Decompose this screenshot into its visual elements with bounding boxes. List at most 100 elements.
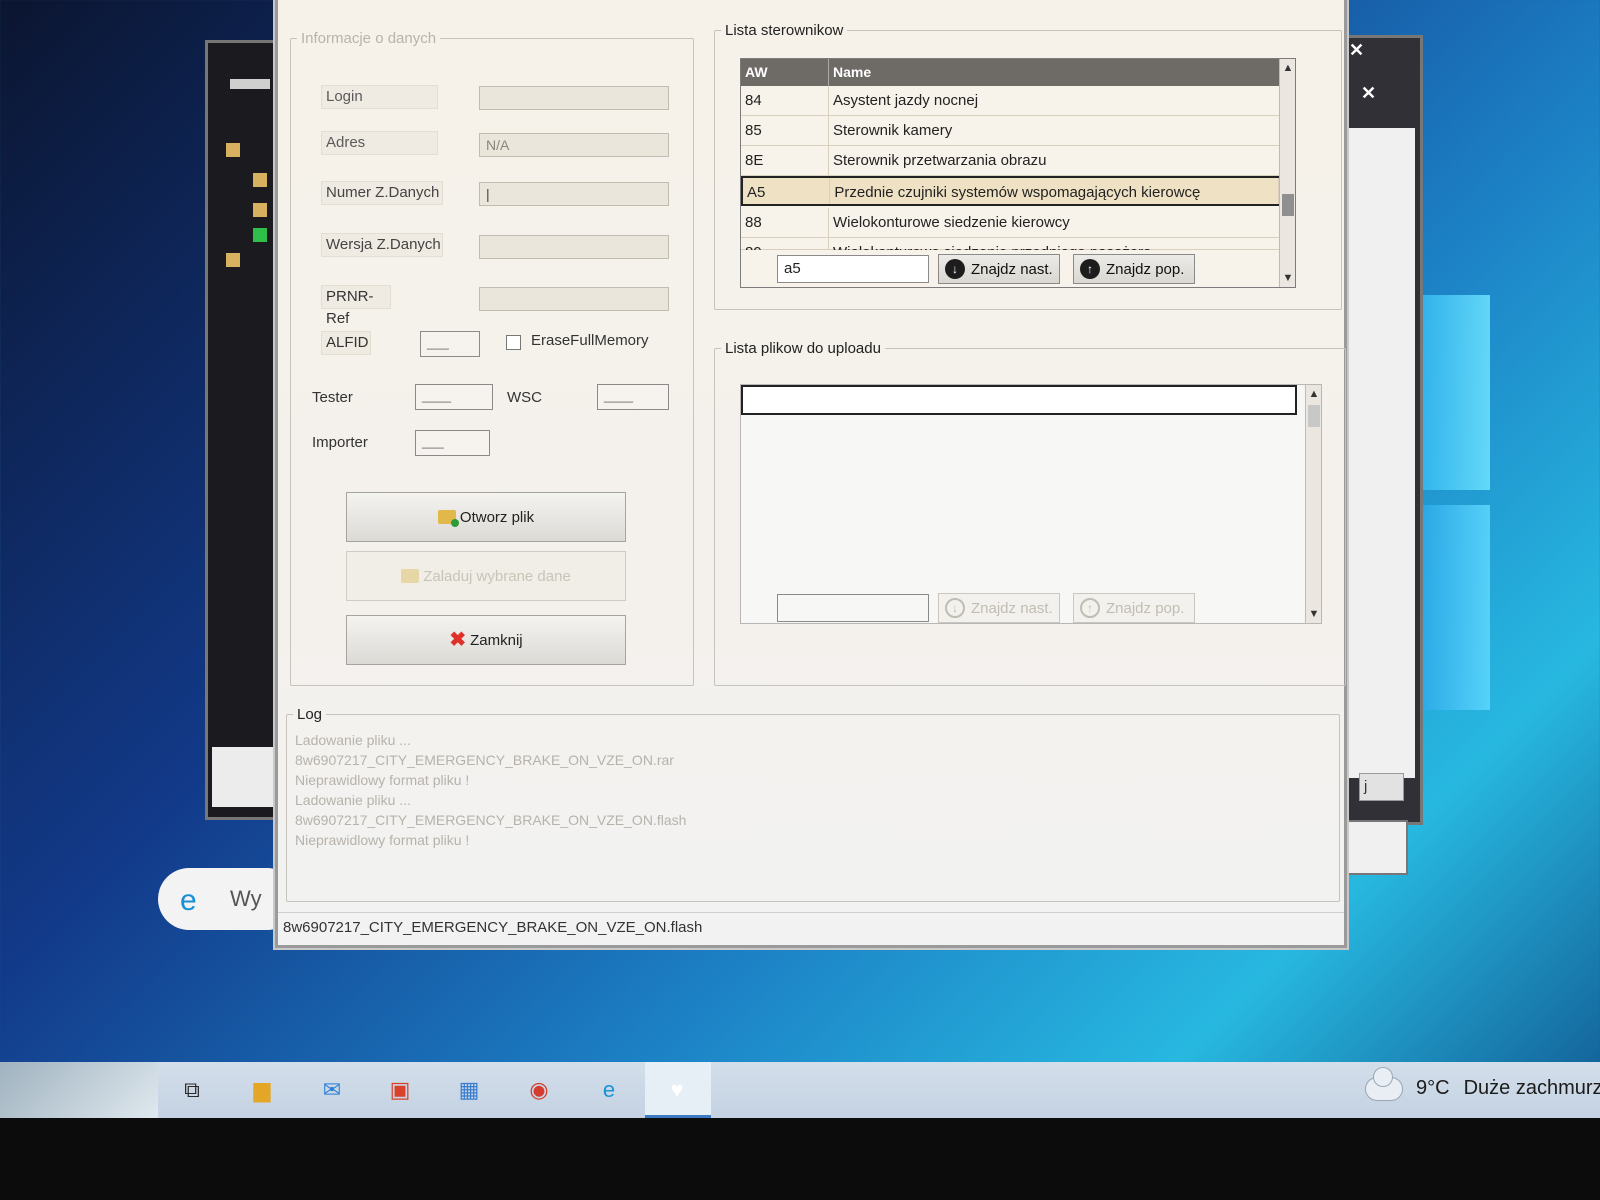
task-view-icon[interactable]: ⧉ [175, 1074, 209, 1106]
office-icon[interactable]: ▣ [383, 1074, 417, 1106]
app-icon[interactable]: ♥ [660, 1074, 694, 1106]
tile-icon [253, 173, 267, 187]
controllers-scrollbar[interactable]: ▲ ▼ [1279, 59, 1295, 287]
close-label: Zamknij [470, 631, 523, 649]
weather-desc: Duże zachmurze [1463, 1077, 1600, 1099]
mail-icon[interactable]: ✉ [315, 1074, 349, 1106]
table-row[interactable]: 88 Wielokonturowe siedzenie kierowcy [741, 208, 1281, 238]
importer-label: Importer [312, 434, 368, 451]
table-header: AW Name [741, 59, 1281, 86]
find-prev-button[interactable]: ↑ Znajdz pop. [1073, 254, 1195, 284]
login-field[interactable] [479, 86, 669, 110]
upload-find-prev-label: Znajdz pop. [1106, 599, 1185, 617]
data-number-label: Numer Z.Danych [321, 181, 443, 205]
data-version-label: Wersja Z.Danych [321, 233, 443, 257]
taskbar: ⧉ ▆ ✉ ▣ ▦ ◉ e ♥ 9°C Duże zachmurze [0, 1062, 1600, 1118]
find-next-label: Znajdz nast. [971, 260, 1053, 278]
taskbar-thumbnail[interactable] [0, 1062, 158, 1118]
background-window-right[interactable]: ✕ ✕ j [1338, 35, 1423, 825]
edge-icon: e [180, 884, 197, 917]
address-label: Adres [321, 131, 438, 155]
controller-search-input[interactable]: a5 [777, 255, 929, 283]
alfid-label: ALFID [321, 331, 371, 355]
log-line: Ladowanie pliku ... [295, 792, 411, 808]
upload-find-prev-button[interactable]: ↑ Znajdz pop. [1073, 593, 1195, 623]
background-window-button[interactable]: j [1359, 773, 1404, 801]
find-next-button[interactable]: ↓ Znajdz nast. [938, 254, 1060, 284]
importer-field[interactable]: ___ [415, 430, 490, 456]
windows-logo-pane [1415, 505, 1490, 710]
data-version-field[interactable] [479, 235, 669, 259]
window-bar [230, 79, 270, 89]
search-placeholder: Wy [230, 886, 262, 911]
scroll-down-icon[interactable]: ▼ [1306, 605, 1322, 623]
close-icon[interactable]: ✕ [1361, 83, 1376, 104]
table-row[interactable]: 8E Sterownik przetwarzania obrazu [741, 146, 1281, 176]
tile-icon [226, 253, 240, 267]
alfid-field[interactable]: ___ [420, 331, 480, 357]
arrow-up-icon: ↑ [1080, 598, 1100, 618]
upload-list-row[interactable] [741, 385, 1297, 415]
log-output[interactable]: Ladowanie pliku ... 8w6907217_CITY_EMERG… [295, 730, 686, 850]
close-button[interactable]: ✖ Zamknij [346, 615, 626, 665]
log-line: 8w6907217_CITY_EMERGENCY_BRAKE_ON_VZE_ON… [295, 752, 674, 768]
store-icon[interactable]: ▦ [452, 1074, 486, 1106]
tester-field[interactable]: ____ [415, 384, 493, 410]
scroll-up-icon[interactable]: ▲ [1280, 59, 1295, 77]
data-number-field[interactable] [479, 182, 669, 206]
table-row[interactable]: 89 Wielokonturowe siedzenie przedniego p… [741, 238, 1281, 250]
prnr-label: PRNR-Ref [321, 285, 391, 327]
weather-widget[interactable]: 9°C Duże zachmurze [1366, 1067, 1600, 1100]
upload-group-legend: Lista plikow do uploadu [725, 340, 881, 357]
close-icon[interactable]: ✕ [1349, 40, 1364, 61]
file-explorer-icon[interactable]: ▆ [245, 1074, 279, 1106]
log-group-legend: Log [297, 706, 323, 723]
row-aw: 84 [741, 86, 829, 115]
open-file-button[interactable]: Otworz plik [346, 492, 626, 542]
prnr-field[interactable] [479, 287, 669, 311]
arrow-down-icon: ↓ [945, 259, 965, 279]
load-icon [401, 569, 420, 583]
tester-label: Tester [312, 389, 353, 406]
erase-full-memory-checkbox[interactable] [506, 335, 521, 350]
row-name: Wielokonturowe siedzenie przedniego pasa… [829, 238, 1281, 250]
load-selected-label: Zaladuj wybrane dane [423, 567, 571, 585]
scroll-thumb[interactable] [1282, 194, 1294, 216]
weather-temp: 9°C [1416, 1077, 1450, 1099]
erase-full-memory-label: EraseFullMemory [531, 332, 649, 349]
chrome-icon[interactable]: ◉ [522, 1074, 556, 1106]
column-header-aw[interactable]: AW [741, 59, 829, 86]
folder-icon [437, 510, 459, 527]
scroll-up-icon[interactable]: ▲ [1306, 385, 1322, 403]
wsc-field[interactable]: ____ [597, 384, 669, 410]
upload-list[interactable]: ▲ ▼ ↓ Znajdz nast. ↑ Znajdz pop. [740, 384, 1322, 624]
upload-search-input[interactable] [777, 594, 929, 622]
column-header-name[interactable]: Name [829, 59, 1281, 86]
edge-icon[interactable]: e [592, 1074, 626, 1106]
address-field[interactable]: N/A [479, 133, 669, 157]
row-aw: A5 [743, 178, 831, 204]
table-row-selected[interactable]: A5 Przednie czujniki systemów wspomagają… [741, 176, 1281, 206]
log-line: Ladowanie pliku ... [295, 732, 411, 748]
row-name: Wielokonturowe siedzenie kierowcy [829, 208, 1281, 237]
scroll-down-icon[interactable]: ▼ [1280, 269, 1295, 287]
table-row[interactable]: 84 Asystent jazdy nocnej [741, 86, 1281, 116]
background-window-left[interactable] [205, 40, 285, 820]
controllers-table[interactable]: AW Name 84 Asystent jazdy nocnej 85 Ster… [740, 58, 1296, 288]
row-name: Sterownik przetwarzania obrazu [829, 146, 1281, 175]
scroll-thumb[interactable] [1308, 405, 1320, 427]
find-prev-label: Znajdz pop. [1106, 260, 1185, 278]
load-selected-button[interactable]: Zaladuj wybrane dane [346, 551, 626, 601]
window-panel [212, 747, 282, 807]
log-line: Nieprawidlowy format pliku ! [295, 772, 470, 788]
table-row[interactable]: 85 Sterownik kamery [741, 116, 1281, 146]
controllers-group-legend: Lista sterownikow [725, 22, 844, 39]
row-aw: 85 [741, 116, 829, 145]
tile-icon [253, 228, 267, 242]
row-name: Asystent jazdy nocnej [829, 86, 1281, 115]
upload-find-next-button[interactable]: ↓ Znajdz nast. [938, 593, 1060, 623]
arrow-up-icon: ↑ [1080, 259, 1100, 279]
screen-bezel [0, 1118, 1600, 1200]
row-aw: 8E [741, 146, 829, 175]
upload-scrollbar[interactable]: ▲ ▼ [1305, 385, 1321, 623]
